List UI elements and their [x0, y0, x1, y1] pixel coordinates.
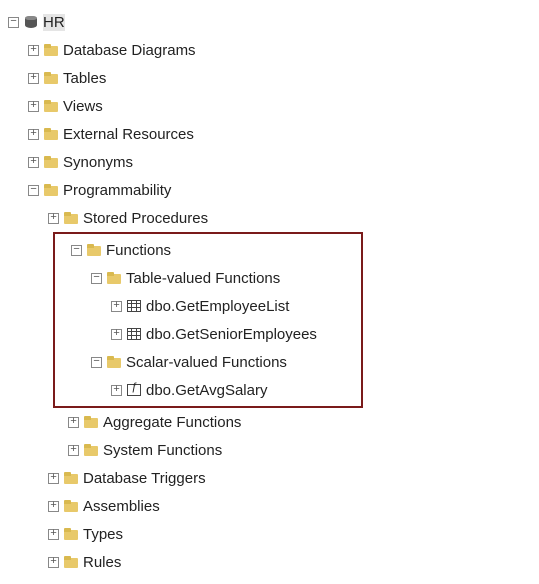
folder-icon — [83, 415, 99, 429]
node-label: Database Diagrams — [63, 42, 196, 59]
tree-node-fn-getsenioremployees[interactable]: + dbo.GetSeniorEmployees — [55, 320, 361, 348]
tree-node-assemblies[interactable]: + Assemblies — [8, 492, 531, 520]
node-label: Types — [83, 526, 123, 543]
folder-icon — [86, 243, 102, 257]
folder-icon — [63, 499, 79, 513]
folder-icon — [43, 71, 59, 85]
node-label: Synonyms — [63, 154, 133, 171]
node-label: Stored Procedures — [83, 210, 208, 227]
node-label: Programmability — [63, 182, 171, 199]
folder-icon — [43, 155, 59, 169]
tree-node-functions[interactable]: − Functions — [55, 236, 361, 264]
node-label: Aggregate Functions — [103, 414, 241, 431]
tree-node-synonyms[interactable]: + Synonyms — [8, 148, 531, 176]
table-function-icon — [126, 299, 142, 313]
node-label: dbo.GetAvgSalary — [146, 382, 267, 399]
collapse-icon[interactable]: − — [28, 185, 39, 196]
tree-node-types[interactable]: + Types — [8, 520, 531, 548]
node-label: Scalar-valued Functions — [126, 354, 287, 371]
tree-node-fn-getemployeelist[interactable]: + dbo.GetEmployeeList — [55, 292, 361, 320]
expand-icon[interactable]: + — [28, 157, 39, 168]
tree-node-table-valued-functions[interactable]: − Table-valued Functions — [55, 264, 361, 292]
node-label: Views — [63, 98, 103, 115]
database-icon — [23, 15, 39, 29]
expand-icon[interactable]: + — [28, 45, 39, 56]
expand-icon[interactable]: + — [111, 385, 122, 396]
expand-icon[interactable]: + — [48, 529, 59, 540]
tree-node-aggregate-functions[interactable]: + Aggregate Functions — [8, 408, 531, 436]
expand-icon[interactable]: + — [48, 557, 59, 568]
tree-node-views[interactable]: + Views — [8, 92, 531, 120]
node-label: dbo.GetSeniorEmployees — [146, 326, 317, 343]
node-label: System Functions — [103, 442, 222, 459]
folder-icon — [106, 271, 122, 285]
node-label: dbo.GetEmployeeList — [146, 298, 289, 315]
expand-icon[interactable]: + — [68, 445, 79, 456]
collapse-icon[interactable]: − — [71, 245, 82, 256]
node-label: External Resources — [63, 126, 194, 143]
highlight-region: − Functions − Table-valued Functions + d… — [53, 232, 363, 408]
node-label: Assemblies — [83, 498, 160, 515]
expand-icon[interactable]: + — [111, 301, 122, 312]
folder-icon — [63, 527, 79, 541]
collapse-icon[interactable]: − — [91, 357, 102, 368]
tree-node-system-functions[interactable]: + System Functions — [8, 436, 531, 464]
expand-icon[interactable]: + — [48, 473, 59, 484]
folder-icon — [83, 443, 99, 457]
folder-icon — [63, 555, 79, 569]
folder-icon — [43, 183, 59, 197]
expand-icon[interactable]: + — [28, 129, 39, 140]
expand-icon[interactable]: + — [28, 101, 39, 112]
tree-node-fn-getavgsalary[interactable]: + dbo.GetAvgSalary — [55, 376, 361, 404]
tree-node-scalar-valued-functions[interactable]: − Scalar-valued Functions — [55, 348, 361, 376]
tree-node-database-triggers[interactable]: + Database Triggers — [8, 464, 531, 492]
tree-node-external-resources[interactable]: + External Resources — [8, 120, 531, 148]
node-label: Table-valued Functions — [126, 270, 280, 287]
node-label: HR — [43, 14, 65, 31]
collapse-icon[interactable]: − — [8, 17, 19, 28]
expand-icon[interactable]: + — [68, 417, 79, 428]
node-label: Functions — [106, 242, 171, 259]
folder-icon — [63, 471, 79, 485]
tree-node-tables[interactable]: + Tables — [8, 64, 531, 92]
node-label: Tables — [63, 70, 106, 87]
folder-icon — [43, 127, 59, 141]
collapse-icon[interactable]: − — [91, 273, 102, 284]
tree-node-stored-procedures[interactable]: + Stored Procedures — [8, 204, 531, 232]
node-label: Rules — [83, 554, 121, 571]
folder-icon — [43, 43, 59, 57]
expand-icon[interactable]: + — [48, 501, 59, 512]
tree-node-database-diagrams[interactable]: + Database Diagrams — [8, 36, 531, 64]
table-function-icon — [126, 327, 142, 341]
node-label: Database Triggers — [83, 470, 206, 487]
tree-node-programmability[interactable]: − Programmability — [8, 176, 531, 204]
expand-icon[interactable]: + — [48, 213, 59, 224]
folder-icon — [43, 99, 59, 113]
expand-icon[interactable]: + — [111, 329, 122, 340]
expand-icon[interactable]: + — [28, 73, 39, 84]
tree-node-rules[interactable]: + Rules — [8, 548, 531, 576]
folder-icon — [106, 355, 122, 369]
folder-icon — [63, 211, 79, 225]
tree-node-database[interactable]: − HR — [8, 8, 531, 36]
scalar-function-icon — [126, 383, 142, 397]
